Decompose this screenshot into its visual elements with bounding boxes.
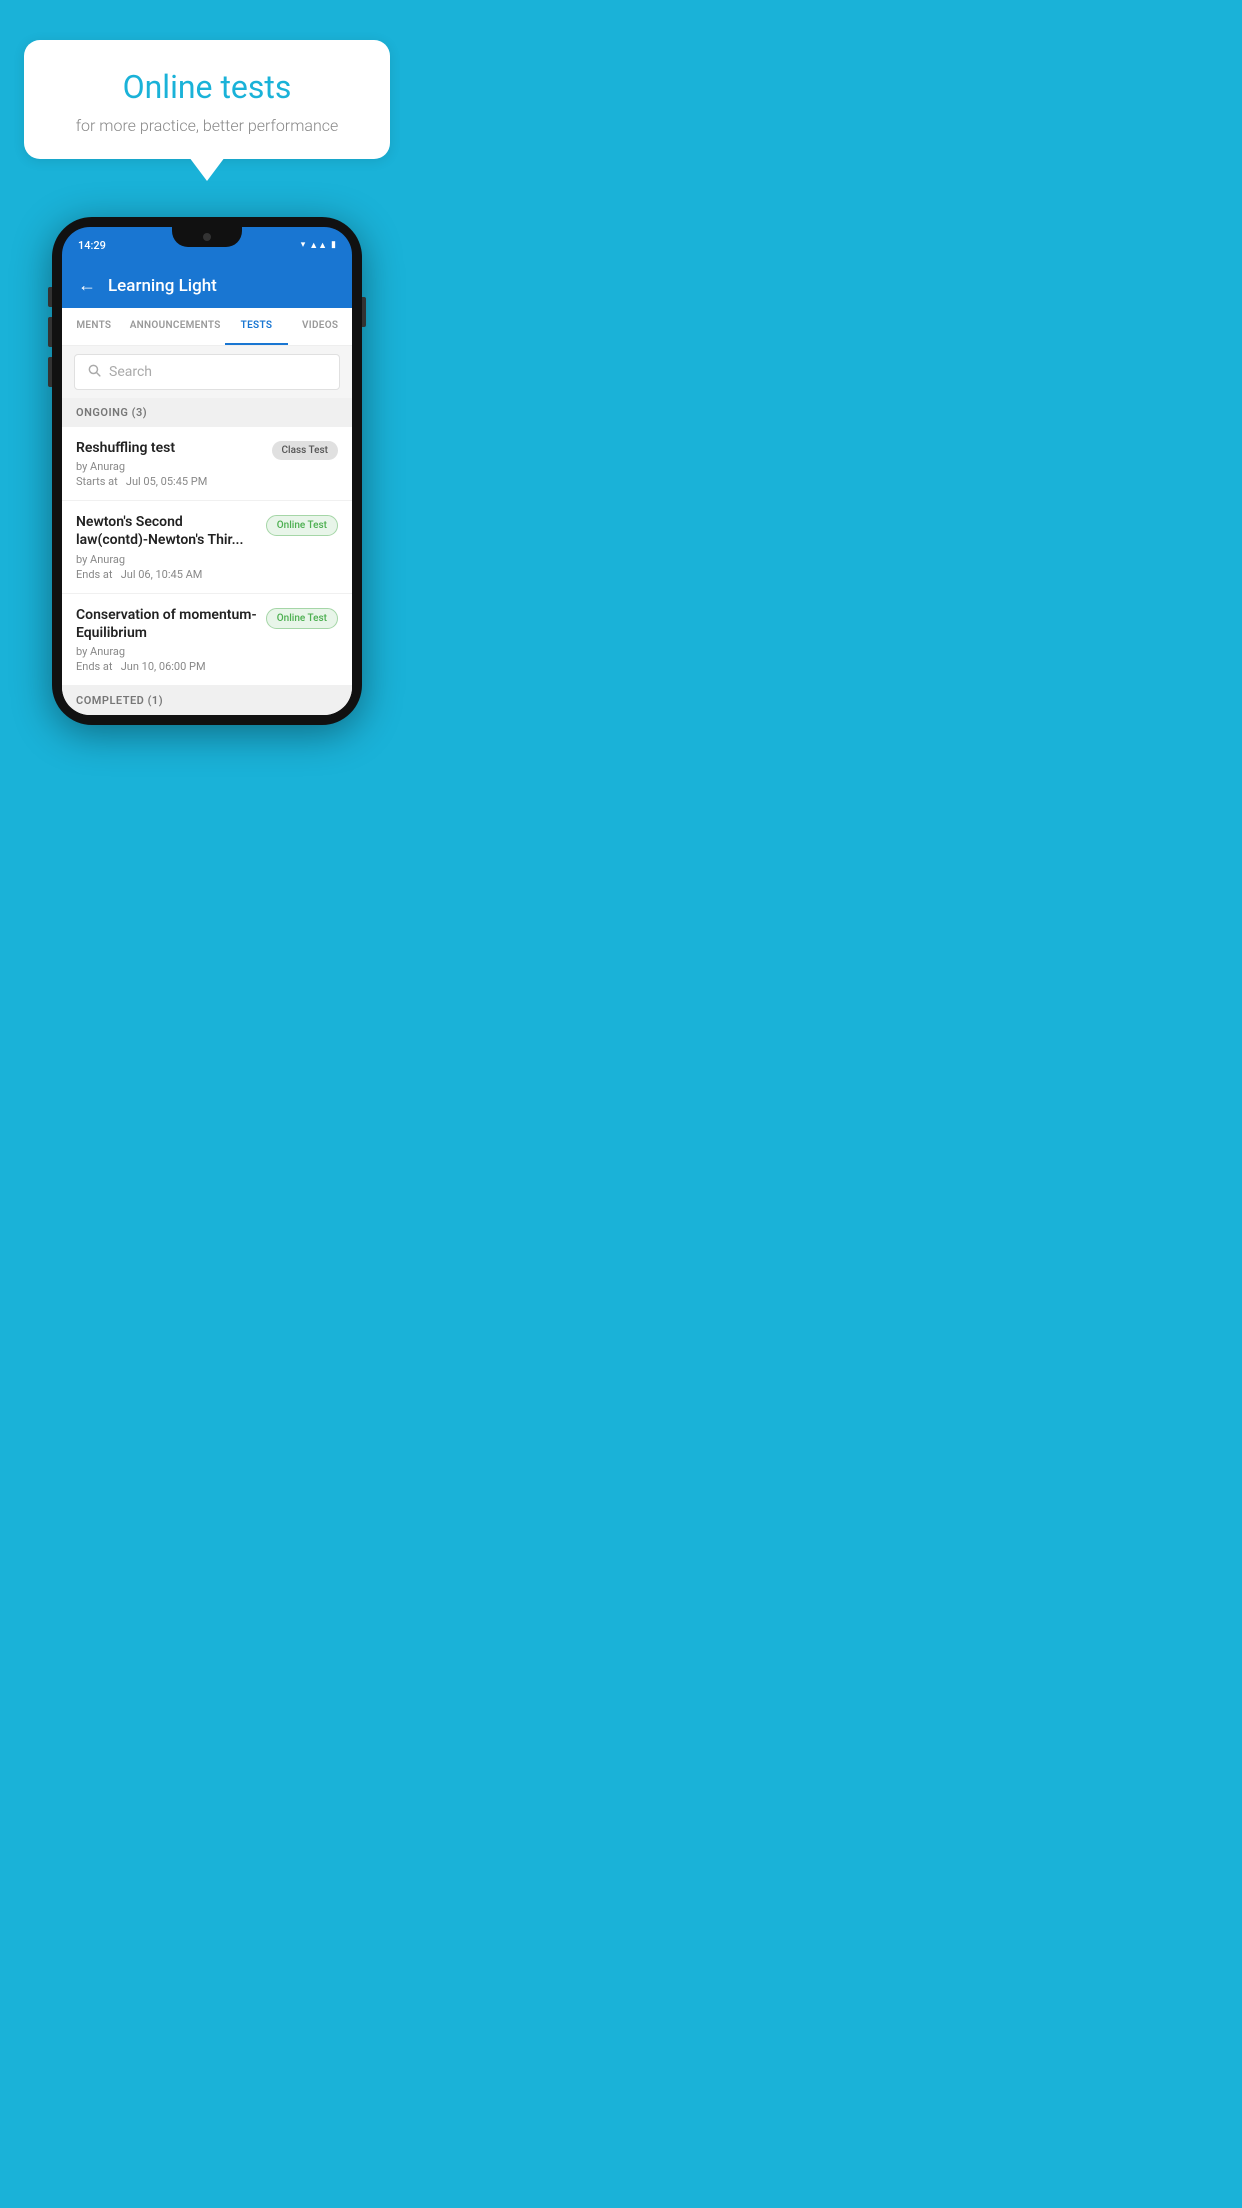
app-content: ← Learning Light MENTS ANNOUNCEMENTS TES… [62,263,352,715]
app-bar: ← Learning Light [62,263,352,308]
test-info-1: Reshuffling test by Anurag Starts at Jul… [76,439,264,488]
volume-silent-button [48,287,52,307]
test-date-1: Starts at Jul 05, 05:45 PM [76,475,264,488]
phone-wrapper: 14:29 ▾ ▲▲ ▮ ← Learning Light MENTS ANNO… [47,217,367,725]
power-button [362,297,366,327]
test-by-1: by Anurag [76,460,264,473]
test-name-2: Newton's Second law(contd)-Newton's Thir… [76,513,258,549]
camera-dot [203,233,211,241]
back-button[interactable]: ← [78,275,96,296]
test-info-3: Conservation of momentum-Equilibrium by … [76,606,258,673]
hero-area: Online tests for more practice, better p… [0,0,414,169]
battery-icon: ▮ [331,240,336,250]
tab-tests[interactable]: TESTS [225,308,289,345]
test-by-3: by Anurag [76,645,258,658]
search-icon [87,363,101,381]
test-badge-3: Online Test [266,608,338,629]
search-input-wrapper[interactable]: Search [74,354,340,390]
signal-icon: ▲▲ [309,240,327,251]
tab-announcements[interactable]: ANNOUNCEMENTS [126,308,225,345]
status-time: 14:29 [78,239,106,252]
test-badge-2: Online Test [266,515,338,536]
bubble-subtitle: for more practice, better performance [56,116,358,135]
test-by-2: by Anurag [76,553,258,566]
test-item-2[interactable]: Newton's Second law(contd)-Newton's Thir… [62,501,352,593]
search-placeholder: Search [109,364,152,380]
test-badge-1: Class Test [272,441,338,460]
test-name-1: Reshuffling test [76,439,264,457]
app-bar-title: Learning Light [108,276,217,296]
volume-down-button [48,357,52,387]
test-item-3[interactable]: Conservation of momentum-Equilibrium by … [62,594,352,686]
phone-notch [172,227,242,247]
volume-up-button [48,317,52,347]
bubble-title: Online tests [56,68,358,106]
test-name-3: Conservation of momentum-Equilibrium [76,606,258,642]
search-bar: Search [62,346,352,398]
phone-frame: 14:29 ▾ ▲▲ ▮ ← Learning Light MENTS ANNO… [52,217,362,725]
status-icons: ▾ ▲▲ ▮ [301,240,336,251]
tab-ments[interactable]: MENTS [62,308,126,345]
tabs-bar: MENTS ANNOUNCEMENTS TESTS VIDEOS [62,308,352,346]
wifi-icon: ▾ [301,240,306,250]
ongoing-section-header: ONGOING (3) [62,398,352,427]
test-date-2: Ends at Jul 06, 10:45 AM [76,568,258,581]
test-info-2: Newton's Second law(contd)-Newton's Thir… [76,513,258,580]
test-date-3: Ends at Jun 10, 06:00 PM [76,660,258,673]
completed-section-header: COMPLETED (1) [62,686,352,715]
tab-videos[interactable]: VIDEOS [288,308,352,345]
status-bar: 14:29 ▾ ▲▲ ▮ [62,227,352,263]
test-item[interactable]: Reshuffling test by Anurag Starts at Jul… [62,427,352,501]
speech-bubble: Online tests for more practice, better p… [24,40,390,159]
